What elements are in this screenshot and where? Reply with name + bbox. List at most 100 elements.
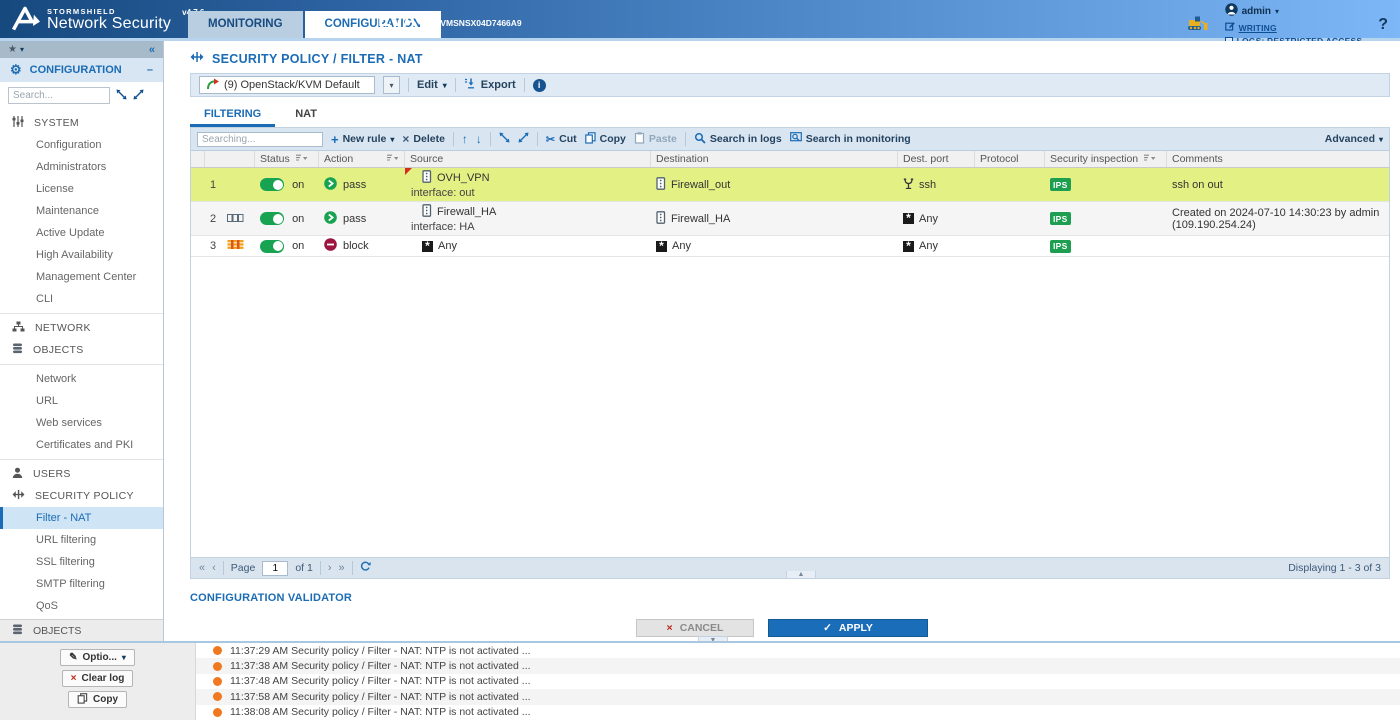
sidebar-item-administrators[interactable]: Administrators xyxy=(0,156,163,178)
divider xyxy=(490,132,491,146)
copy-log-button[interactable]: Copy xyxy=(68,691,127,708)
tab-monitoring[interactable]: MONITORING xyxy=(188,11,303,38)
collapse-panel-icon[interactable]: – xyxy=(147,64,153,76)
collapse-log-handle[interactable]: ▼ xyxy=(698,636,728,641)
copy-button[interactable]: Copy xyxy=(585,132,626,147)
column-action[interactable]: Action xyxy=(319,151,405,167)
filter-rule-row[interactable]: 2 on pass Firewall_HA xyxy=(191,202,1389,236)
row-drag-handle[interactable] xyxy=(191,183,205,187)
help-button[interactable]: ? xyxy=(1378,16,1388,34)
sidebar-item-license[interactable]: License xyxy=(0,178,163,200)
sidebar-item-maintenance[interactable]: Maintenance xyxy=(0,200,163,222)
prev-page-button[interactable]: ‹ xyxy=(212,562,216,574)
log-entry[interactable]: 11:37:58 AM Security policy / Filter - N… xyxy=(196,689,1400,704)
expand-all-icon[interactable] xyxy=(133,89,144,103)
filter-rule-row[interactable]: 1 on pass OVH_VPN i xyxy=(191,168,1389,202)
column-destination[interactable]: Destination xyxy=(651,151,898,167)
delete-button[interactable]: × Delete xyxy=(402,132,445,146)
rule-comments-cell: ssh on out xyxy=(1167,177,1389,193)
export-button[interactable]: Export xyxy=(464,78,516,92)
sidebar-group-network[interactable]: NETWORK xyxy=(0,317,163,339)
cut-button[interactable]: ✂ Cut xyxy=(546,133,577,146)
column-security-inspection[interactable]: Security inspection xyxy=(1045,151,1167,167)
sidebar-panel-header[interactable]: ⚙ CONFIGURATION – xyxy=(0,58,163,82)
policy-select-caret[interactable]: ▾ xyxy=(383,76,400,94)
advanced-button[interactable]: Advanced ▾ xyxy=(1325,133,1383,145)
next-page-button[interactable]: › xyxy=(328,562,332,574)
log-entry[interactable]: 11:37:48 AM Security policy / Filter - N… xyxy=(196,674,1400,689)
move-down-icon[interactable]: ↓ xyxy=(476,132,482,146)
rule-number: 3 xyxy=(210,240,216,252)
move-up-icon[interactable]: ↑ xyxy=(462,132,468,146)
column-status[interactable]: Status xyxy=(255,151,319,167)
status-toggle[interactable] xyxy=(260,240,284,253)
edit-button[interactable]: Edit ▾ xyxy=(417,79,447,91)
log-entry[interactable]: 11:38:08 AM Security policy / Filter - N… xyxy=(196,705,1400,720)
sidebar-item-management-center[interactable]: Management Center xyxy=(0,266,163,288)
first-page-button[interactable]: « xyxy=(199,562,205,574)
sidebar-item-filter-nat[interactable]: Filter - NAT xyxy=(0,507,163,529)
sidebar-search-input[interactable] xyxy=(8,87,110,104)
log-options-button[interactable]: ✎ Optio... ▾ xyxy=(60,649,135,666)
sort-icon[interactable] xyxy=(386,153,399,165)
collapse-sidebar-icon[interactable]: « xyxy=(149,44,155,56)
sidebar-item-url-filtering[interactable]: URL filtering xyxy=(0,529,163,551)
status-toggle[interactable] xyxy=(260,178,284,191)
tab-filtering[interactable]: FILTERING xyxy=(190,104,275,127)
sidebar-item-qos[interactable]: QoS xyxy=(0,595,163,617)
expand-rules-icon[interactable] xyxy=(518,132,529,146)
sidebar-item-high-availability[interactable]: High Availability xyxy=(0,244,163,266)
info-icon[interactable]: i xyxy=(533,79,546,92)
column-source[interactable]: Source xyxy=(405,151,651,167)
last-page-button[interactable]: » xyxy=(339,562,345,574)
log-entry[interactable]: 11:37:38 AM Security policy / Filter - N… xyxy=(196,658,1400,673)
sidebar-item-configuration[interactable]: Configuration xyxy=(0,134,163,156)
sidebar-item-certificates-pki[interactable]: Certificates and PKI xyxy=(0,434,163,456)
collapse-panel-handle[interactable]: ▲ xyxy=(786,571,816,579)
favorites-menu[interactable]: ★ ▾ xyxy=(8,44,24,55)
sidebar-item-cli[interactable]: CLI xyxy=(0,288,163,310)
sidebar-item-url[interactable]: URL xyxy=(0,390,163,412)
search-in-logs-button[interactable]: Search in logs xyxy=(694,132,782,147)
cancel-button[interactable]: × CANCEL xyxy=(636,619,754,637)
sidebar-item-ssl-filtering[interactable]: SSL filtering xyxy=(0,551,163,573)
configuration-validator-link[interactable]: CONFIGURATION VALIDATOR xyxy=(190,592,1400,604)
refresh-icon[interactable] xyxy=(360,561,371,575)
check-icon: ✓ xyxy=(823,622,832,634)
sidebar-item-active-update[interactable]: Active Update xyxy=(0,222,163,244)
status-toggle[interactable] xyxy=(260,212,284,225)
new-rule-button[interactable]: + New rule ▾ xyxy=(331,132,394,147)
column-protocol[interactable]: Protocol xyxy=(975,151,1045,167)
collapse-rules-icon[interactable] xyxy=(499,132,510,146)
sidebar-group-users[interactable]: USERS xyxy=(0,463,163,485)
sidebar-item-smtp-filtering[interactable]: SMTP filtering xyxy=(0,573,163,595)
sidebar-item-network[interactable]: Network xyxy=(0,368,163,390)
copy-icon xyxy=(585,132,596,147)
collapse-all-icon[interactable] xyxy=(116,89,127,103)
sidebar-group-objects[interactable]: OBJECTS xyxy=(0,339,163,361)
row-drag-handle[interactable] xyxy=(191,244,205,248)
row-drag-handle[interactable] xyxy=(191,217,205,221)
sidebar-bottom-objects[interactable]: OBJECTS xyxy=(0,619,163,641)
log-entry[interactable]: 11:37:29 AM Security policy / Filter - N… xyxy=(196,643,1400,658)
policy-select[interactable]: (9) OpenStack/KVM Default xyxy=(199,76,375,94)
rules-search-input[interactable] xyxy=(197,132,323,147)
apply-button[interactable]: ✓ APPLY xyxy=(768,619,928,637)
column-comments[interactable]: Comments xyxy=(1167,151,1389,167)
admin-menu[interactable]: admin ▾ xyxy=(1225,3,1363,19)
log-entry-text: 11:37:48 AM Security policy / Filter - N… xyxy=(230,675,531,687)
sort-icon[interactable] xyxy=(1143,153,1156,165)
search-in-monitoring-button[interactable]: Search in monitoring xyxy=(790,132,911,147)
writing-mode[interactable]: WRITING xyxy=(1225,21,1363,34)
bottom-section-label: OBJECTS xyxy=(33,625,81,637)
sidebar-item-web-services[interactable]: Web services xyxy=(0,412,163,434)
sort-icon[interactable] xyxy=(295,153,308,165)
paste-button[interactable]: Paste xyxy=(634,132,677,147)
page-input[interactable] xyxy=(262,561,288,576)
filter-rule-row[interactable]: 3 on block * Any xyxy=(191,236,1389,257)
sidebar-group-security-policy[interactable]: SECURITY POLICY xyxy=(0,485,163,507)
tab-nat[interactable]: NAT xyxy=(281,104,331,127)
column-dest-port[interactable]: Dest. port xyxy=(898,151,975,167)
sidebar-group-system[interactable]: SYSTEM xyxy=(0,112,163,134)
clear-log-button[interactable]: × Clear log xyxy=(62,670,134,687)
